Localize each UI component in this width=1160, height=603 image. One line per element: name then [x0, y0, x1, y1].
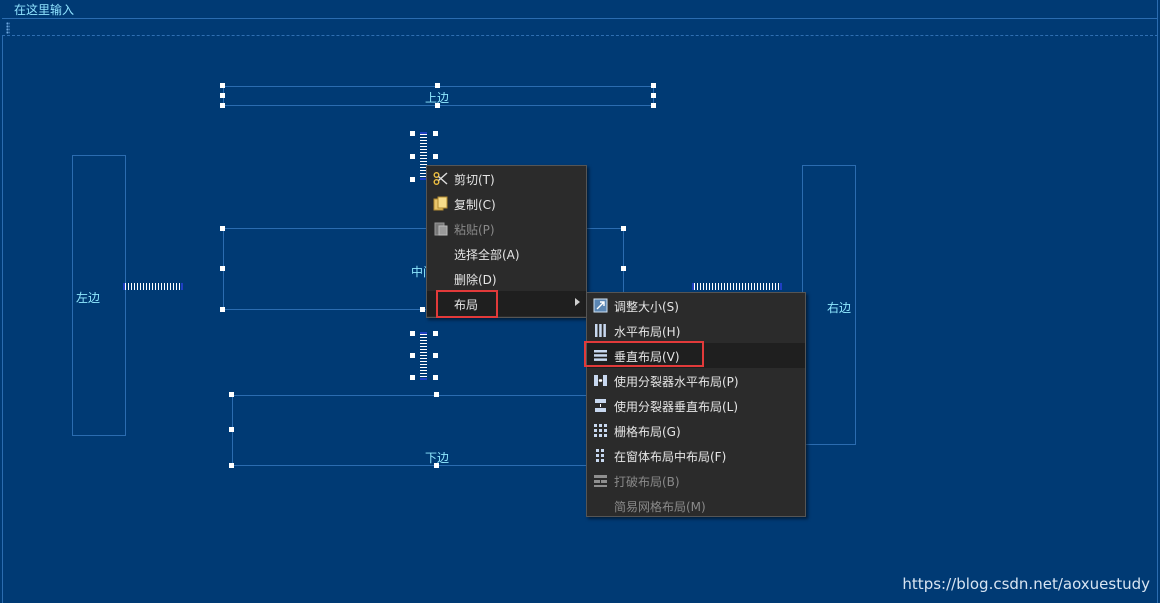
toolbar-grip-icon[interactable]	[6, 22, 10, 34]
submenu-item-label: 使用分裂器垂直布局(L)	[614, 400, 739, 414]
resize-handle[interactable]	[433, 131, 438, 136]
submenu-item-label: 简易网格布局(M)	[614, 500, 706, 514]
splitter-horizontal-icon	[593, 373, 608, 388]
submenu-item-label: 垂直布局(V)	[614, 350, 680, 364]
resize-handle[interactable]	[229, 427, 234, 432]
layout-submenu: 调整大小(S) 水平布局(H) 垂直布局(V) 使用分裂器水平布局(P) 使用分…	[586, 292, 806, 517]
resize-handle[interactable]	[410, 131, 415, 136]
resize-handle[interactable]	[229, 463, 234, 468]
resize-handle[interactable]	[433, 353, 438, 358]
menu-item-label: 粘贴(P)	[454, 223, 495, 237]
resize-handle[interactable]	[410, 353, 415, 358]
horizontal-spacer-right[interactable]	[692, 283, 782, 290]
resize-handle[interactable]	[434, 463, 439, 468]
resize-handle[interactable]	[433, 331, 438, 336]
form-right-border	[1157, 0, 1158, 603]
submenu-item-horizontal-layout[interactable]: 水平布局(H)	[587, 318, 805, 343]
splitter-vertical-icon	[593, 398, 608, 413]
paste-icon	[433, 221, 448, 236]
menu-item-select-all[interactable]: 选择全部(A)	[427, 241, 586, 266]
break-layout-icon	[593, 473, 608, 488]
menu-item-label: 删除(D)	[454, 273, 497, 287]
horizontal-spacer-left[interactable]	[123, 283, 183, 290]
resize-handle[interactable]	[621, 226, 626, 231]
submenu-item-splitter-vertical[interactable]: 使用分裂器垂直布局(L)	[587, 393, 805, 418]
designer-canvas[interactable]: 在这里输入 上边 左边 中间 右边 下边 剪切(T) 复制(C) 粘贴(P) 选…	[0, 0, 1160, 603]
vertical-layout-icon	[593, 348, 608, 363]
bottom-label-widget[interactable]	[232, 395, 592, 466]
resize-handle[interactable]	[220, 266, 225, 271]
resize-handle[interactable]	[410, 177, 415, 182]
resize-handle[interactable]	[434, 392, 439, 397]
right-label-text: 右边	[827, 301, 852, 315]
form-layout-icon	[593, 448, 608, 463]
menu-item-copy[interactable]: 复制(C)	[427, 191, 586, 216]
copy-icon	[433, 196, 448, 211]
submenu-item-label: 水平布局(H)	[614, 325, 681, 339]
left-label-text: 左边	[76, 291, 101, 305]
submenu-item-vertical-layout[interactable]: 垂直布局(V)	[587, 343, 805, 368]
submenu-item-simplify-grid[interactable]: 简易网格布局(M)	[587, 493, 805, 518]
submenu-item-label: 打破布局(B)	[614, 475, 680, 489]
resize-handle[interactable]	[651, 93, 656, 98]
menu-item-cut[interactable]: 剪切(T)	[427, 166, 586, 191]
resize-handle[interactable]	[435, 103, 440, 108]
resize-handle[interactable]	[220, 103, 225, 108]
scissors-icon	[433, 171, 448, 186]
resize-handle[interactable]	[220, 226, 225, 231]
submenu-item-form-layout[interactable]: 在窗体布局中布局(F)	[587, 443, 805, 468]
grid-layout-icon	[593, 423, 608, 438]
type-here-menu-entry[interactable]: 在这里输入	[14, 1, 74, 18]
submenu-item-label: 调整大小(S)	[614, 300, 679, 314]
menu-item-layout[interactable]: 布局	[427, 291, 586, 316]
watermark-text: https://blog.csdn.net/aoxuestudy	[902, 575, 1150, 593]
submenu-arrow-icon	[575, 298, 580, 306]
resize-handle[interactable]	[220, 307, 225, 312]
submenu-item-label: 使用分裂器水平布局(P)	[614, 375, 739, 389]
vertical-spacer-bottom[interactable]	[420, 332, 427, 380]
menu-item-label: 选择全部(A)	[454, 248, 520, 262]
menu-item-label: 布局	[454, 298, 479, 312]
horizontal-layout-icon	[593, 323, 608, 338]
submenu-item-label: 在窗体布局中布局(F)	[614, 450, 727, 464]
submenu-item-break-layout[interactable]: 打破布局(B)	[587, 468, 805, 493]
toolbar-area	[2, 20, 1158, 36]
resize-handle[interactable]	[435, 83, 440, 88]
resize-handle[interactable]	[651, 83, 656, 88]
menu-item-delete[interactable]: 删除(D)	[427, 266, 586, 291]
resize-handle[interactable]	[410, 375, 415, 380]
submenu-item-adjust-size[interactable]: 调整大小(S)	[587, 293, 805, 318]
resize-handle[interactable]	[433, 375, 438, 380]
submenu-item-splitter-horizontal[interactable]: 使用分裂器水平布局(P)	[587, 368, 805, 393]
menu-item-paste[interactable]: 粘贴(P)	[427, 216, 586, 241]
resize-handle[interactable]	[433, 154, 438, 159]
menu-item-label: 复制(C)	[454, 198, 496, 212]
resize-handle[interactable]	[410, 154, 415, 159]
form-left-border	[2, 36, 3, 603]
submenu-item-grid-layout[interactable]: 栅格布局(G)	[587, 418, 805, 443]
submenu-item-label: 栅格布局(G)	[614, 425, 681, 439]
resize-handle[interactable]	[220, 83, 225, 88]
resize-handle[interactable]	[651, 103, 656, 108]
resize-handle[interactable]	[410, 331, 415, 336]
context-menu: 剪切(T) 复制(C) 粘贴(P) 选择全部(A) 删除(D) 布局	[426, 165, 587, 318]
adjust-size-icon	[593, 298, 608, 313]
menu-item-label: 剪切(T)	[454, 173, 495, 187]
menubar: 在这里输入	[2, 0, 1158, 19]
resize-handle[interactable]	[621, 266, 626, 271]
resize-handle[interactable]	[420, 307, 425, 312]
resize-handle[interactable]	[220, 93, 225, 98]
resize-handle[interactable]	[229, 392, 234, 397]
